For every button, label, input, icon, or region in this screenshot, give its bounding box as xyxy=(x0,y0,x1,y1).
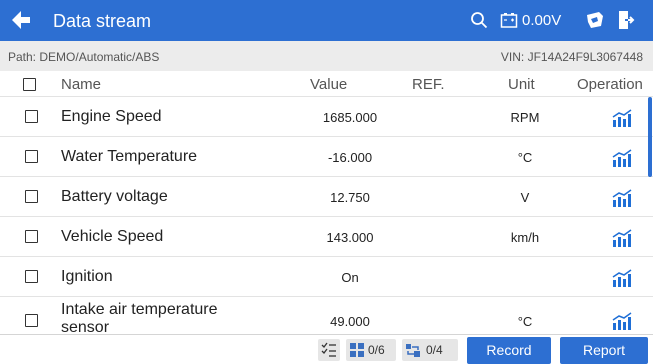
scrollbar[interactable] xyxy=(648,97,652,177)
row-checkbox[interactable] xyxy=(25,190,38,203)
row-name: Engine Speed xyxy=(61,108,162,125)
table-row[interactable]: Battery voltage 12.750 V xyxy=(0,177,653,217)
row-name: Water Temperature xyxy=(61,148,198,165)
column-name: Name xyxy=(61,76,102,93)
report-button[interactable]: Report xyxy=(560,337,648,364)
car-icon[interactable] xyxy=(585,10,605,30)
combine-graph-button[interactable]: 0/6 xyxy=(346,339,396,361)
page-title: Data stream xyxy=(53,11,152,31)
graph-icon[interactable] xyxy=(612,188,634,208)
table-row[interactable]: Engine Speed 1685.000 RPM xyxy=(0,97,653,137)
select-all-button[interactable] xyxy=(318,339,340,361)
exit-icon[interactable] xyxy=(617,10,635,30)
row-unit: °C xyxy=(517,314,533,329)
compare-icon xyxy=(406,344,420,357)
row-name: Battery voltage xyxy=(61,188,168,205)
row-value: On xyxy=(341,270,359,285)
column-operation: Operation xyxy=(577,76,643,93)
row-checkbox[interactable] xyxy=(25,110,38,123)
title-bar: Data stream 0.00V xyxy=(0,0,653,41)
voltage-readout: 0.00V xyxy=(522,12,562,29)
graph-icon[interactable] xyxy=(612,108,634,128)
select-all-checkbox[interactable] xyxy=(23,78,36,91)
table-row[interactable]: Intake air temperature sensor 49.000 °C xyxy=(0,297,653,334)
row-name: Vehicle Speed xyxy=(61,228,164,245)
battery-icon xyxy=(500,13,518,28)
column-header: Name Value REF. Unit Operation xyxy=(0,71,653,97)
row-checkbox[interactable] xyxy=(25,150,38,163)
row-value: -16.000 xyxy=(327,150,373,165)
table-row[interactable]: Vehicle Speed 143.000 km/h xyxy=(0,217,653,257)
row-unit: °C xyxy=(517,150,533,165)
row-value: 1685.000 xyxy=(322,110,378,125)
path-text: Path: DEMO/Automatic/ABS xyxy=(8,50,160,64)
row-name: Intake air temperature sensor xyxy=(61,301,218,334)
graph-icon[interactable] xyxy=(612,311,634,331)
search-icon[interactable] xyxy=(470,11,488,29)
row-value: 12.750 xyxy=(330,190,370,205)
back-arrow-icon[interactable] xyxy=(9,8,33,32)
row-value: 143.000 xyxy=(326,230,374,245)
table-row[interactable]: Ignition On xyxy=(0,257,653,297)
graph-icon[interactable] xyxy=(612,148,634,168)
column-value: Value xyxy=(310,76,348,93)
row-checkbox[interactable] xyxy=(25,230,38,243)
row-checkbox[interactable] xyxy=(25,270,38,283)
column-ref: REF. xyxy=(412,76,445,93)
combine-graph-icon xyxy=(350,343,364,357)
select-all-icon xyxy=(321,342,336,357)
vin-text: VIN: JF14A24F9L3067448 xyxy=(500,50,643,64)
row-unit: km/h xyxy=(510,230,540,245)
column-unit: Unit xyxy=(508,76,535,93)
selected-count: 0/6 xyxy=(368,343,385,357)
footer-toolbar: 0/6 0/4 Record Report xyxy=(0,334,653,364)
row-checkbox[interactable] xyxy=(25,314,38,327)
row-name: Ignition xyxy=(61,268,113,285)
path-bar: Path: DEMO/Automatic/ABS VIN: JF14A24F9L… xyxy=(0,41,653,71)
graph-icon[interactable] xyxy=(612,228,634,248)
compare-count: 0/4 xyxy=(426,343,443,357)
compare-button[interactable]: 0/4 xyxy=(402,339,458,361)
row-unit: RPM xyxy=(510,110,540,125)
graph-icon[interactable] xyxy=(612,268,634,288)
table-row[interactable]: Water Temperature -16.000 °C xyxy=(0,137,653,177)
data-stream-list[interactable]: Engine Speed 1685.000 RPM Water Temperat… xyxy=(0,97,653,334)
row-value: 49.000 xyxy=(330,314,370,329)
row-unit: V xyxy=(520,190,530,205)
record-button[interactable]: Record xyxy=(467,337,551,364)
